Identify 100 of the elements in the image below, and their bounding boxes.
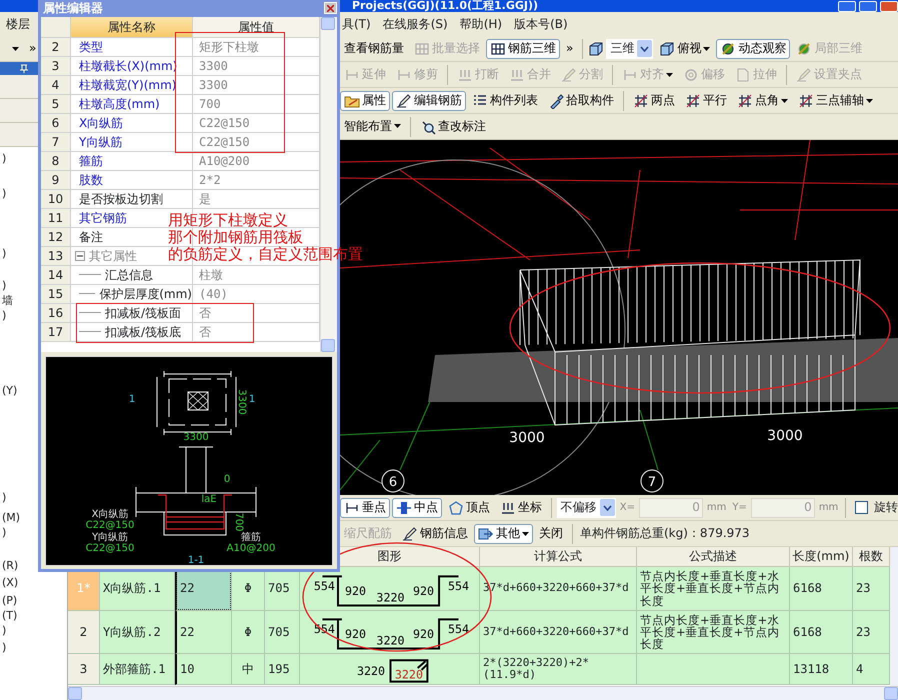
drawing-label: 1-1 bbox=[188, 555, 204, 565]
horizontal-scrollbar[interactable] bbox=[68, 686, 898, 700]
tree-item[interactable]: ) bbox=[0, 247, 6, 262]
menu-item[interactable]: 楼层 bbox=[0, 16, 36, 32]
pin-icon[interactable] bbox=[20, 64, 28, 73]
toolbar-button[interactable]: 编辑钢筋 bbox=[392, 90, 466, 110]
toolbar-button[interactable]: 动态观察 bbox=[716, 38, 790, 58]
toolbar-button[interactable]: 钢筋信息 bbox=[398, 524, 472, 544]
tree-item[interactable]: ) bbox=[0, 152, 6, 167]
tree-item[interactable]: 墙 bbox=[0, 294, 13, 309]
property-name: 箍筋 bbox=[79, 154, 103, 168]
toolbar-button[interactable]: 点角 bbox=[733, 90, 792, 110]
column-header[interactable]: 根数 bbox=[853, 547, 890, 567]
column-header[interactable]: 属性值 bbox=[193, 16, 320, 38]
column-header[interactable]: 属性名称 bbox=[71, 16, 193, 38]
row-number: 3 bbox=[41, 56, 71, 76]
vertical-scrollbar[interactable] bbox=[890, 547, 898, 686]
row-header[interactable]: 2 bbox=[68, 611, 100, 654]
close-button[interactable] bbox=[324, 2, 337, 14]
toolbar-button[interactable]: 顶点 bbox=[444, 498, 494, 518]
close-button[interactable] bbox=[880, 0, 898, 12]
toolbar-button[interactable]: 智能布置 bbox=[340, 117, 405, 136]
caret-icon bbox=[522, 532, 529, 536]
toolbar-button[interactable]: 查改标注 bbox=[416, 116, 490, 136]
toolbar-button[interactable]: 垂点 bbox=[340, 498, 390, 518]
property-value[interactable]: C22@150 bbox=[199, 116, 250, 130]
property-value[interactable]: (40) bbox=[199, 286, 228, 301]
axis-marker: 7 bbox=[640, 470, 664, 492]
drawing-label: C22@150 bbox=[86, 520, 134, 531]
property-name: 扣减板/筏板面 bbox=[105, 306, 182, 320]
property-value[interactable]: 2*2 bbox=[199, 172, 221, 187]
pencil-icon bbox=[402, 526, 418, 542]
row-number: 16 bbox=[41, 304, 71, 323]
tree-item[interactable]: ) bbox=[0, 491, 6, 506]
tree-item[interactable]: ) bbox=[0, 624, 6, 639]
pencil-icon bbox=[796, 66, 812, 82]
menu-item[interactable]: 帮助(H) bbox=[454, 16, 508, 32]
toolbar-button[interactable]: 中点 bbox=[392, 498, 442, 518]
dropdown-select[interactable]: 不偏移 bbox=[556, 498, 616, 518]
row-number: 17 bbox=[41, 322, 71, 342]
dropdown-select[interactable]: 三维 bbox=[606, 38, 654, 58]
table-cell: 2*(3220+3220)+2*(11.9*d) bbox=[480, 654, 637, 685]
maximize-button[interactable] bbox=[859, 0, 877, 12]
toolbar-button[interactable]: 两点 bbox=[629, 90, 679, 110]
toolbar-button[interactable]: 三点辅轴 bbox=[794, 90, 877, 110]
property-name: 保护层厚度(mm) bbox=[99, 286, 192, 301]
toolbar-button[interactable]: » bbox=[562, 39, 578, 58]
toolbar-button[interactable]: 关闭 bbox=[535, 524, 567, 543]
toolbar-button[interactable]: 其他 bbox=[474, 524, 533, 544]
property-value[interactable]: 3300 bbox=[199, 58, 228, 73]
toolbar-button[interactable]: 构件列表 bbox=[468, 90, 542, 110]
tree-item[interactable]: ) bbox=[0, 187, 6, 202]
drawing-label: A10@200 bbox=[226, 543, 276, 554]
ring-icon bbox=[683, 66, 699, 82]
tree-item[interactable]: ) bbox=[0, 309, 6, 324]
shape-dimension: 920 bbox=[412, 583, 434, 598]
menu-item[interactable]: 版本号(B) bbox=[508, 16, 574, 32]
column-header[interactable]: 公式描述 bbox=[637, 547, 790, 567]
collapse-toggle[interactable] bbox=[75, 250, 85, 261]
row-header[interactable]: 3 bbox=[68, 654, 100, 685]
dimension-label: 3000 bbox=[767, 428, 803, 444]
toolbar-button[interactable]: 钢筋三维 bbox=[486, 38, 560, 58]
toolbar-button[interactable]: 查看钢筋量 bbox=[340, 39, 408, 58]
property-name: 柱墩截宽(Y)(mm) bbox=[79, 78, 176, 92]
property-value[interactable]: A10@200 bbox=[199, 154, 250, 168]
minimize-button[interactable] bbox=[838, 0, 856, 12]
property-value[interactable]: 700 bbox=[199, 96, 221, 111]
property-value[interactable]: 否 bbox=[199, 324, 211, 339]
caret-icon bbox=[394, 124, 401, 128]
checkbox[interactable]: 旋转 bbox=[851, 500, 898, 515]
property-value[interactable]: 矩形下柱墩 bbox=[199, 40, 259, 54]
tree-item[interactable]: (P) bbox=[0, 594, 18, 609]
tree-item[interactable]: ) bbox=[0, 526, 6, 541]
property-value[interactable]: C22@150 bbox=[199, 134, 250, 149]
column-header[interactable]: 计算公式 bbox=[480, 547, 637, 567]
property-value[interactable]: 是 bbox=[199, 192, 211, 206]
caret-icon bbox=[12, 46, 19, 50]
more-button[interactable]: » bbox=[25, 39, 40, 58]
tree-item[interactable]: (T) bbox=[0, 609, 18, 624]
property-value[interactable]: 否 bbox=[199, 306, 211, 320]
toolbar-button[interactable]: 坐标 bbox=[496, 498, 546, 518]
drawing-label: 3300 bbox=[183, 432, 209, 443]
tree-item[interactable]: (Y) bbox=[0, 384, 18, 399]
row-number: 6 bbox=[41, 114, 71, 133]
hash-icon bbox=[633, 92, 649, 108]
toolbar-button[interactable]: 拾取构件 bbox=[544, 90, 618, 110]
tree-item[interactable]: (M) bbox=[0, 511, 20, 526]
tree-item[interactable]: ) bbox=[0, 279, 6, 294]
property-value[interactable]: 柱墩 bbox=[199, 268, 223, 282]
toolbar-button[interactable]: 属性 bbox=[340, 90, 390, 110]
property-value[interactable]: 3300 bbox=[199, 78, 228, 92]
tree-item[interactable]: (R) bbox=[0, 559, 18, 574]
tree-item[interactable]: (X) bbox=[0, 576, 18, 591]
column-header[interactable]: 长度(mm) bbox=[790, 547, 853, 567]
toolbar-button[interactable]: 平行 bbox=[681, 90, 731, 110]
tree-item[interactable]: ) bbox=[0, 641, 6, 656]
toolbar-button[interactable]: 俯视 bbox=[655, 38, 714, 58]
menu-item[interactable]: 在线服务(S) bbox=[376, 16, 454, 32]
table-cell: 23 bbox=[853, 567, 890, 611]
menu-item[interactable]: 具(T) bbox=[336, 16, 377, 32]
